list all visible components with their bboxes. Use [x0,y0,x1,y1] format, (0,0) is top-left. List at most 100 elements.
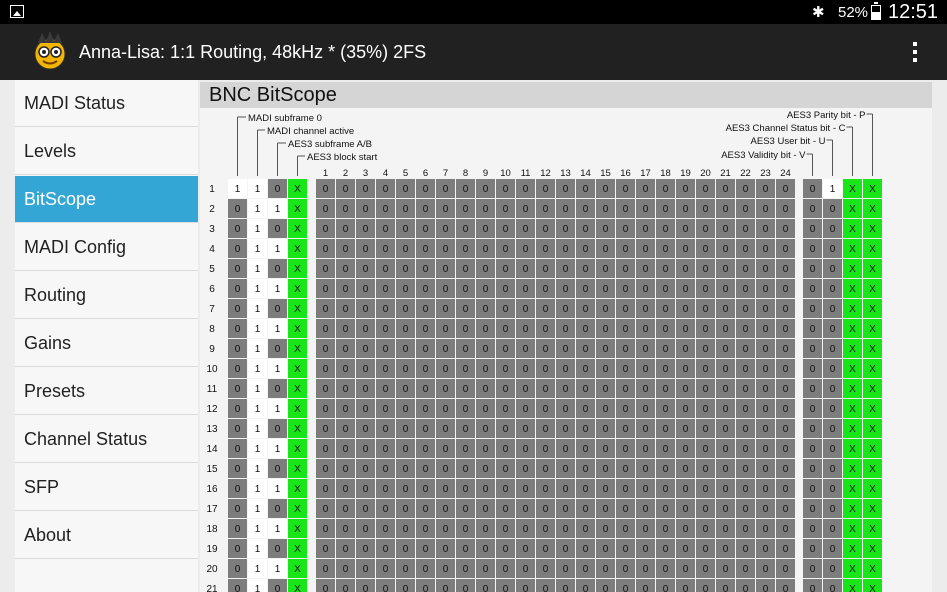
bit-cell-value: 0 [383,524,389,535]
bit-cell-value: 0 [463,464,469,475]
sidebar-item-gains[interactable]: Gains [15,320,198,367]
bit-cell-value: 0 [403,484,409,495]
sidebar-item-channel-status[interactable]: Channel Status [15,416,198,463]
bit-cell-value: 0 [463,284,469,295]
bit-cell-value: 0 [343,384,349,395]
bit-cell-value: 0 [343,264,349,275]
bit-cell-value: 0 [235,304,241,315]
bit-cell-value: X [849,364,856,375]
bit-column-header: 19 [680,168,691,179]
bit-cell-value: X [869,444,876,455]
bit-cell-value: 0 [830,224,836,235]
bit-cell-value: 0 [543,224,549,235]
action-bar: Anna-Lisa: 1:1 Routing, 48kHz * (35%) 2F… [0,24,947,80]
bit-cell-value: X [294,424,301,435]
sidebar-item-presets[interactable]: Presets [15,368,198,415]
bit-cell-value: 0 [643,464,649,475]
bit-cell-value: 0 [323,524,329,535]
bit-cell-value: 0 [783,484,789,495]
sidebar-item-madi-config[interactable]: MADI Config [15,224,198,271]
bit-column-header: 13 [560,168,571,179]
bit-cell-value: 1 [255,504,261,515]
bit-cell-value: 0 [703,504,709,515]
bit-cell-value: 0 [343,404,349,415]
bit-cell-value: 0 [463,444,469,455]
bit-cell-value: X [849,424,856,435]
row-number: 1 [209,184,215,195]
bit-cell-value: 0 [423,544,429,555]
bit-cell-value: 0 [563,244,569,255]
sidebar-item-about[interactable]: About [15,512,198,559]
bit-cell-value: 0 [763,464,769,475]
bit-cell-value: 0 [443,244,449,255]
bit-cell-value: 0 [683,424,689,435]
bit-cell-value: 0 [830,564,836,575]
bit-cell-value: 0 [810,344,816,355]
bit-column-header: 5 [403,168,408,179]
bit-cell-value: 1 [275,364,281,375]
bit-cell-value: 0 [763,444,769,455]
bit-cell-value: 0 [603,444,609,455]
bit-cell-value: 0 [403,364,409,375]
bit-cell-value: 0 [423,304,429,315]
bit-cell-value: 0 [683,504,689,515]
row-number: 19 [206,544,218,555]
sidebar-item-madi-status[interactable]: MADI Status [15,80,198,127]
row-number: 15 [206,464,218,475]
bit-cell-value: 0 [323,224,329,235]
bit-cell-value: 0 [235,284,241,295]
bit-cell-value: X [869,584,876,592]
row-number: 12 [206,404,218,415]
bit-cell-value: 0 [763,244,769,255]
bit-cell-value: X [869,184,876,195]
bit-cell-value: 0 [483,384,489,395]
bit-cell-value: 0 [523,324,529,335]
bit-cell-value: 0 [235,444,241,455]
bit-cell-value: 1 [255,564,261,575]
bit-column-header: 3 [363,168,368,179]
sidebar-item-routing[interactable]: Routing [15,272,198,319]
sidebar-item-bitscope[interactable]: BitScope [15,176,198,223]
bit-cell-value: 0 [323,384,329,395]
row-number: 9 [209,344,215,355]
bit-cell-value: 0 [523,404,529,415]
bit-cell-value: 0 [503,504,509,515]
bit-cell-value: X [849,204,856,215]
bit-cell-value: 0 [323,444,329,455]
bit-cell-value: 0 [603,324,609,335]
bit-cell-value: 0 [383,324,389,335]
bit-cell-value: 0 [503,444,509,455]
bit-cell-value: 0 [483,224,489,235]
bit-cell-value: 0 [423,364,429,375]
bit-cell-value: 0 [483,464,489,475]
bit-cell-value: 0 [423,424,429,435]
bit-cell-value: 0 [383,384,389,395]
sidebar-item-sfp[interactable]: SFP [15,464,198,511]
bit-cell-value: 0 [403,544,409,555]
bit-cell-value: 0 [383,464,389,475]
bit-cell-value: 1 [255,484,261,495]
bit-cell-value: 0 [383,244,389,255]
bit-cell-value: 1 [275,204,281,215]
bit-cell-value: 0 [563,484,569,495]
bit-cell-value: 0 [323,204,329,215]
bit-cell-value: 0 [343,304,349,315]
bit-cell-value: 0 [583,244,589,255]
bit-cell-value: 0 [383,264,389,275]
bit-cell-value: 0 [503,244,509,255]
sidebar-item-levels[interactable]: Levels [15,128,198,175]
bit-cell-value: 0 [443,564,449,575]
bit-cell-value: 0 [363,444,369,455]
bit-cell-value: 0 [583,584,589,592]
bit-cell-value: 0 [703,224,709,235]
bit-cell-value: 0 [623,304,629,315]
bit-cell-value: 0 [763,424,769,435]
bit-cell-value: 0 [423,524,429,535]
overflow-menu-icon[interactable] [910,40,920,64]
bit-cell-value: 0 [363,544,369,555]
bit-cell-value: 0 [743,464,749,475]
bit-cell-value: 0 [703,264,709,275]
bit-cell-value: 0 [723,564,729,575]
app-logo-icon[interactable] [28,29,72,73]
bit-cell-value: 0 [423,284,429,295]
